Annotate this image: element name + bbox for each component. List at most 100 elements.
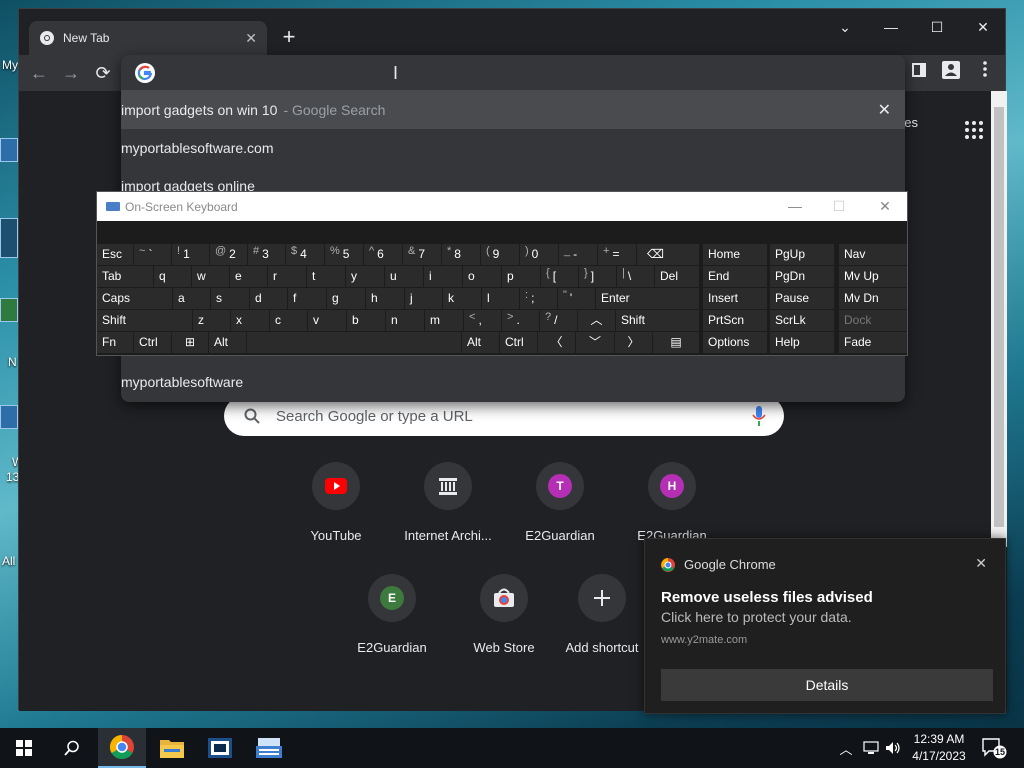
key-3[interactable]: #3 <box>248 244 285 265</box>
forward-button[interactable]: → <box>59 61 83 85</box>
key-pause[interactable]: Pause <box>770 288 834 309</box>
back-button[interactable]: ← <box>27 61 51 85</box>
key-right-arrow-icon[interactable]: 〉 <box>615 332 652 353</box>
notification-toast[interactable]: Google Chrome ✕ Remove useless files adv… <box>644 538 1006 714</box>
key-enter[interactable]: Enter <box>596 288 699 309</box>
key-l[interactable]: l <box>482 288 519 309</box>
remove-suggestion-icon[interactable]: ✕ <box>878 100 891 120</box>
key-pgup[interactable]: PgUp <box>770 244 834 265</box>
key-right-bracket[interactable]: }] <box>579 266 616 287</box>
key-8[interactable]: * 8 <box>442 244 480 265</box>
shortcut-e2guardian-t[interactable]: T E2Guardian <box>504 462 616 562</box>
taskbar-clock[interactable]: 12:39 AM 4/17/2023 <box>906 731 972 765</box>
tab-search-icon[interactable]: ⌄ <box>831 15 859 39</box>
key-period[interactable]: >. <box>502 310 539 331</box>
key-mvup[interactable]: Mv Up <box>839 266 907 287</box>
key-del[interactable]: Del <box>655 266 699 287</box>
key-9[interactable]: (9 <box>481 244 519 265</box>
key-v[interactable]: v <box>308 310 346 331</box>
key-1[interactable]: ! 1 <box>172 244 209 265</box>
key-0[interactable]: ) 0 <box>520 244 558 265</box>
key-n[interactable]: n <box>386 310 424 331</box>
suggestion-item[interactable]: myportablesoftware.com <box>121 129 905 167</box>
key-y[interactable]: y <box>346 266 384 287</box>
key-k[interactable]: k <box>443 288 481 309</box>
key-menu-icon[interactable]: ▤ <box>653 332 699 353</box>
scrollbar-thumb[interactable] <box>994 107 1004 527</box>
key-ctrl-right[interactable]: Ctrl <box>500 332 537 353</box>
key-6[interactable]: ^ 6 <box>364 244 402 265</box>
key-h[interactable]: h <box>366 288 404 309</box>
shortcut-internet-archive[interactable]: Internet Archi... <box>392 462 504 562</box>
osk-maximize-button[interactable]: ☐ <box>819 192 859 221</box>
action-center-icon[interactable]: 15 <box>978 728 1010 768</box>
key-z[interactable]: z <box>193 310 230 331</box>
key-dock[interactable]: Dock <box>839 310 907 331</box>
shortcut-youtube[interactable]: YouTube <box>280 462 392 562</box>
profile-icon[interactable] <box>939 61 963 85</box>
osk-title-bar[interactable]: On-Screen Keyboard — ☐ ✕ <box>97 192 907 221</box>
tab-close-icon[interactable]: ✕ <box>245 30 257 47</box>
key-ctrl-left[interactable]: Ctrl <box>134 332 171 353</box>
reload-button[interactable]: ⟳ <box>91 61 115 85</box>
key-esc[interactable]: Esc <box>97 244 133 265</box>
notification-close-icon[interactable]: ✕ <box>975 555 987 572</box>
key-g[interactable]: g <box>327 288 365 309</box>
key-d[interactable]: d <box>250 288 287 309</box>
desktop-icon[interactable] <box>0 138 18 162</box>
key-space[interactable] <box>247 332 461 353</box>
key-minus[interactable]: _ - <box>559 244 597 265</box>
volume-icon[interactable] <box>882 728 904 768</box>
maximize-button[interactable]: ☐ <box>923 15 951 39</box>
key-t[interactable]: t <box>307 266 345 287</box>
key-caps[interactable]: Caps <box>97 288 172 309</box>
osk-close-button[interactable]: ✕ <box>865 192 905 221</box>
key-alt-right[interactable]: Alt <box>462 332 499 353</box>
key-scrlk[interactable]: ScrLk <box>770 310 834 331</box>
key-prtscn[interactable]: PrtScn <box>703 310 767 331</box>
key-fn[interactable]: Fn <box>97 332 133 353</box>
key-slash[interactable]: ? / <box>540 310 577 331</box>
scrollbar[interactable] <box>991 91 1007 547</box>
key-i[interactable]: i <box>424 266 462 287</box>
address-bar[interactable]: I <box>121 55 905 91</box>
add-shortcut-button[interactable]: Add shortcut <box>560 574 644 674</box>
search-button[interactable] <box>48 728 96 768</box>
key-j[interactable]: j <box>405 288 442 309</box>
key-5[interactable]: % 5 <box>325 244 363 265</box>
key-backspace-icon[interactable]: ⌫ <box>637 244 699 265</box>
key-shift-right[interactable]: Shift <box>616 310 699 331</box>
key-o[interactable]: o <box>463 266 501 287</box>
key-backslash[interactable]: | \ <box>617 266 654 287</box>
details-button[interactable]: Details <box>661 669 993 701</box>
key-tilde[interactable]: ~ ` <box>134 244 171 265</box>
key-left-bracket[interactable]: {[ <box>541 266 578 287</box>
desktop-icon[interactable] <box>0 298 18 322</box>
key-c[interactable]: c <box>270 310 307 331</box>
key-end[interactable]: End <box>703 266 767 287</box>
shortcut-web-store[interactable]: Web Store <box>448 574 560 674</box>
key-down-arrow-icon[interactable]: ﹀ <box>576 332 614 353</box>
key-u[interactable]: u <box>385 266 423 287</box>
key-tab[interactable]: Tab <box>97 266 153 287</box>
key-windows-icon[interactable]: ⊞ <box>172 332 208 353</box>
shortcut-e2guardian-e[interactable]: E E2Guardian <box>336 574 448 674</box>
key-equals[interactable]: + = <box>598 244 636 265</box>
key-m[interactable]: m <box>425 310 463 331</box>
key-left-arrow-icon[interactable]: 〈 <box>538 332 575 353</box>
key-w[interactable]: w <box>192 266 229 287</box>
key-p[interactable]: p <box>502 266 540 287</box>
key-2[interactable]: @2 <box>210 244 247 265</box>
side-panel-icon[interactable] <box>907 61 931 85</box>
key-4[interactable]: $4 <box>286 244 324 265</box>
ntp-search-box[interactable]: Search Google or type a URL <box>224 396 784 436</box>
key-alt-left[interactable]: Alt <box>209 332 246 353</box>
new-tab-button[interactable]: + <box>277 25 301 49</box>
key-7[interactable]: & 7 <box>403 244 441 265</box>
suggestion-item[interactable]: myportablesoftware <box>121 363 905 401</box>
key-r[interactable]: r <box>268 266 306 287</box>
key-fade[interactable]: Fade <box>839 332 907 353</box>
key-options[interactable]: Options <box>703 332 767 353</box>
key-nav[interactable]: Nav <box>839 244 907 265</box>
osk-minimize-button[interactable]: — <box>775 192 815 221</box>
